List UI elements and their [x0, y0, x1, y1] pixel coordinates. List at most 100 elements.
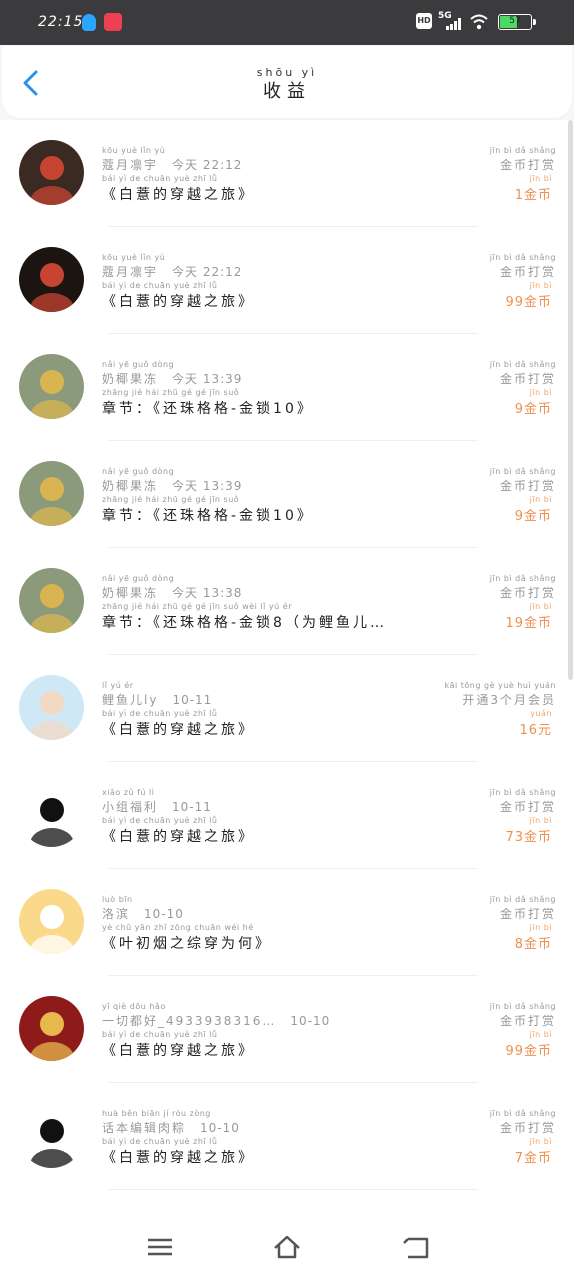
earning-type-pinyin: jīn bì dǎ shǎng: [489, 895, 556, 904]
user-name-pinyin: lǐ yú ér: [102, 681, 134, 690]
earning-type-pinyin: jīn bì dǎ shǎng: [489, 146, 556, 155]
earning-type: jīn bì dǎ shǎng 金币打赏: [490, 146, 556, 173]
avatar[interactable]: [19, 568, 84, 633]
amount-pinyin: jīn bì: [529, 923, 552, 932]
amount-pinyin: jīn bì: [529, 602, 552, 611]
avatar[interactable]: [19, 996, 84, 1061]
status-bar: 22:15 HD 5G 57: [0, 0, 574, 45]
avatar[interactable]: [19, 140, 84, 205]
earning-type-label: 金币打赏: [499, 907, 556, 921]
earning-amount: jīn bì 19金币: [505, 602, 552, 631]
content: zhāng jié hái zhū gé gé jīn suǒ 章节：《还珠格格…: [102, 388, 482, 418]
earning-amount: jīn bì 73金币: [505, 816, 552, 845]
amount-value: 16元: [519, 723, 552, 738]
earning-row[interactable]: nǎi yē guǒ dòng 奶椰果冻 今天 13:39 zhāng jié h…: [0, 441, 574, 548]
user-meta: nǎi yē guǒ dòng 奶椰果冻 今天 13:39: [102, 360, 432, 387]
user-meta-line: 蔻月凛宇 今天 22:12: [102, 263, 432, 280]
earning-row[interactable]: nǎi yē guǒ dòng 奶椰果冻 今天 13:39 zhāng jié h…: [0, 334, 574, 441]
user-meta-line: 鲤鱼儿ly 10-11: [102, 691, 432, 708]
content-title: 《白薏的穿越之旅》: [102, 1043, 255, 1059]
content: bái yì de chuān yuè zhī lǚ 《白薏的穿越之旅》: [102, 281, 482, 311]
user-meta: kōu yuè lǐn yù 蔻月凛宇 今天 22:12: [102, 253, 432, 280]
battery-cap: [533, 19, 536, 25]
amount-value: 8金币: [514, 937, 552, 952]
amount-value: 9金币: [514, 509, 552, 524]
avatar[interactable]: [19, 675, 84, 740]
content-title: 《白薏的穿越之旅》: [102, 1150, 255, 1166]
navigation-bar: [0, 1212, 574, 1280]
earning-type-label: 金币打赏: [499, 479, 556, 493]
earning-row[interactable]: lǐ yú ér 鲤鱼儿ly 10-11 bái yì de chuān yuè …: [0, 655, 574, 762]
amount-pinyin: jīn bì: [529, 1137, 552, 1146]
earning-row[interactable]: kōu yuè lǐn yù 蔻月凛宇 今天 22:12 bái yì de ch…: [0, 227, 574, 334]
user-meta: nǎi yē guǒ dòng 奶椰果冻 今天 13:39: [102, 467, 432, 494]
content-title: 《白薏的穿越之旅》: [102, 722, 255, 738]
amount-pinyin: yuán: [530, 709, 552, 718]
user-name: 奶椰果冻: [102, 372, 159, 386]
avatar[interactable]: [19, 889, 84, 954]
avatar[interactable]: [19, 1103, 84, 1168]
user-name-pinyin: kōu yuè lǐn yù: [102, 146, 166, 155]
amount-pinyin: jīn bì: [529, 174, 552, 183]
battery-level: 57: [509, 16, 521, 26]
timestamp: 今天 13:38: [172, 586, 243, 600]
scrollbar[interactable]: [568, 120, 573, 680]
earning-type-label: 开通3个月会员: [462, 693, 556, 707]
user-meta: lǐ yú ér 鲤鱼儿ly 10-11: [102, 681, 432, 708]
amount-value: 7金币: [514, 1151, 552, 1166]
content: bái yì de chuān yuè zhī lǚ 《白薏的穿越之旅》: [102, 174, 482, 204]
earning-row[interactable]: nǎi yē guǒ dòng 奶椰果冻 今天 13:38 zhāng jié h…: [0, 548, 574, 655]
avatar[interactable]: [19, 247, 84, 312]
timestamp: 今天 22:12: [172, 158, 243, 172]
content-pinyin: yè chū yān zhī zōng chuān wéi hé: [102, 923, 254, 932]
earning-type-pinyin: jīn bì dǎ shǎng: [489, 788, 556, 797]
earning-row[interactable]: luò bīn 洛滨 10-10 yè chū yān zhī zōng chuā…: [0, 869, 574, 976]
content-title: 章节：《还珠格格-金锁10》: [102, 401, 314, 417]
earning-amount: jīn bì 7金币: [515, 1137, 552, 1166]
page-title: shōu yì 收益: [2, 66, 572, 103]
earning-row[interactable]: xiǎo zǔ fú lì 小组福利 10-11 bái yì de chuān …: [0, 762, 574, 869]
avatar[interactable]: [19, 782, 84, 847]
user-name: 奶椰果冻: [102, 586, 159, 600]
amount-pinyin: jīn bì: [529, 816, 552, 825]
user-name-pinyin: nǎi yē guǒ dòng: [102, 574, 175, 583]
content-pinyin: bái yì de chuān yuè zhī lǚ: [102, 816, 218, 825]
home-icon[interactable]: [272, 1232, 302, 1262]
earning-type-label: 金币打赏: [499, 265, 556, 279]
content: zhāng jié hái zhū gé gé jīn suǒ wèi lǐ y…: [102, 602, 482, 632]
amount-pinyin: jīn bì: [529, 388, 552, 397]
earning-type: kāi tōng gè yuè huì yuán 开通3个月会员: [444, 681, 556, 708]
back-icon[interactable]: [400, 1232, 430, 1262]
battery-icon: 57: [498, 14, 532, 30]
user-meta: luò bīn 洛滨 10-10: [102, 895, 432, 922]
earning-type-label: 金币打赏: [499, 586, 556, 600]
earning-row[interactable]: kōu yuè lǐn yù 蔻月凛宇 今天 22:12 bái yì de ch…: [0, 120, 574, 227]
earning-type-label: 金币打赏: [499, 372, 556, 386]
earning-row[interactable]: huà běn biān jí ròu zòng 话本编辑肉粽 10-10 bái…: [0, 1083, 574, 1190]
earning-type: jīn bì dǎ shǎng 金币打赏: [490, 788, 556, 815]
avatar[interactable]: [19, 354, 84, 419]
avatar[interactable]: [19, 461, 84, 526]
user-name-pinyin: huà běn biān jí ròu zòng: [102, 1109, 211, 1118]
user-name-pinyin: xiǎo zǔ fú lì: [102, 788, 155, 797]
earning-type-pinyin: jīn bì dǎ shǎng: [489, 467, 556, 476]
user-name: 鲤鱼儿ly: [102, 693, 159, 707]
amount-value: 99金币: [505, 1044, 552, 1059]
content-pinyin: bái yì de chuān yuè zhī lǚ: [102, 1030, 218, 1039]
menu-icon[interactable]: [145, 1232, 175, 1262]
earning-amount: jīn bì 1金币: [515, 174, 552, 203]
earning-type: jīn bì dǎ shǎng 金币打赏: [490, 574, 556, 601]
user-name: 蔻月凛宇: [102, 158, 159, 172]
amount-pinyin: jīn bì: [529, 495, 552, 504]
user-name: 一切都好_4933938316…: [102, 1014, 277, 1028]
content-pinyin: bái yì de chuān yuè zhī lǚ: [102, 1137, 218, 1146]
page-title-text: 收益: [263, 81, 311, 102]
content: bái yì de chuān yuè zhī lǚ 《白薏的穿越之旅》: [102, 1030, 482, 1060]
timestamp: 今天 13:39: [172, 479, 243, 493]
user-meta-line: 奶椰果冻 今天 13:38: [102, 584, 432, 601]
content-title: 章节：《还珠格格-金锁10》: [102, 508, 314, 524]
earning-type-pinyin: jīn bì dǎ shǎng: [489, 1109, 556, 1118]
earning-row[interactable]: yī qiè dōu hǎo 一切都好_4933938316… 10-10 bái…: [0, 976, 574, 1083]
user-name: 奶椰果冻: [102, 479, 159, 493]
user-meta-line: 奶椰果冻 今天 13:39: [102, 477, 432, 494]
